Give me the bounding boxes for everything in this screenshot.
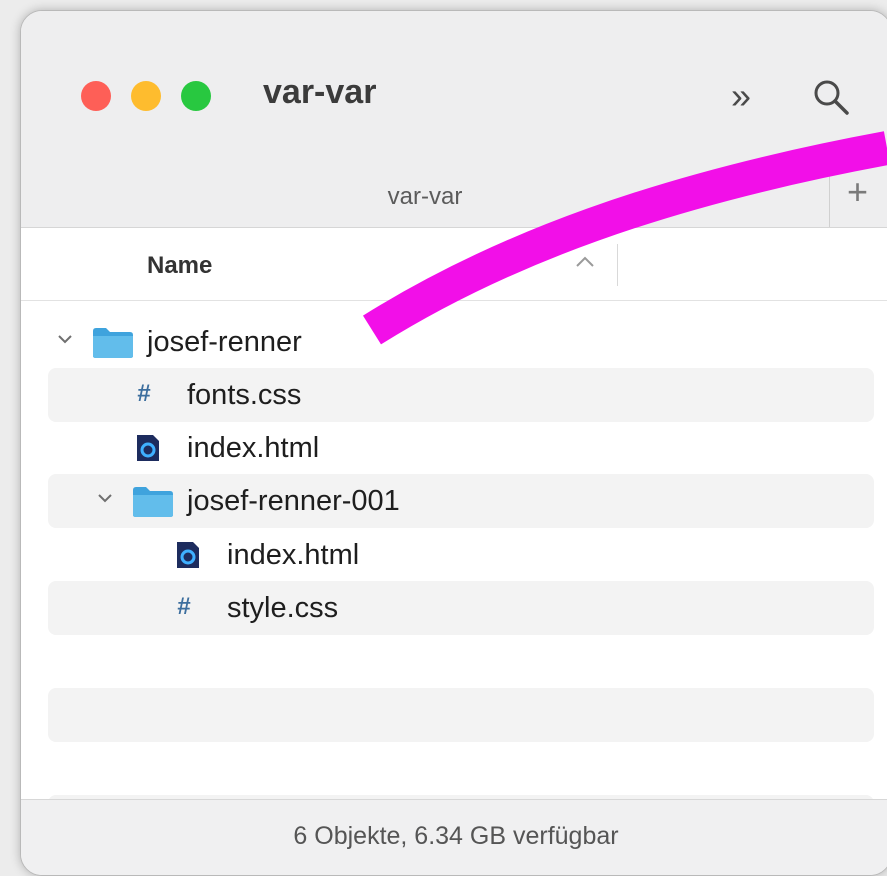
chevron-double-right-icon[interactable]: »	[731, 75, 751, 117]
tab-var-var[interactable]: var-var	[21, 183, 829, 211]
file-name: index.html	[187, 432, 320, 464]
column-name-header[interactable]: Name	[147, 252, 212, 280]
sort-ascending-icon[interactable]	[573, 254, 597, 270]
minimize-window-button[interactable]	[131, 81, 161, 111]
list-item[interactable]: # fonts.css	[21, 368, 887, 422]
window-title: var-var	[263, 73, 377, 111]
chevron-down-icon[interactable]	[55, 329, 75, 349]
list-item[interactable]: # style.css	[21, 581, 887, 635]
file-name: style.css	[227, 592, 339, 624]
folder-icon	[93, 328, 133, 358]
close-window-button[interactable]	[81, 81, 111, 111]
search-icon[interactable]	[811, 77, 851, 117]
status-text: 6 Objekte, 6.34 GB verfügbar	[293, 822, 619, 850]
list-item[interactable]: josef-renner-001	[21, 474, 887, 528]
file-name: index.html	[227, 539, 360, 571]
css-file-icon: #	[177, 593, 191, 620]
file-name: josef-renner-001	[187, 485, 400, 517]
css-file-icon: #	[137, 380, 151, 407]
list-item[interactable]: index.html	[21, 421, 887, 475]
column-header: Name	[21, 228, 887, 301]
column-separator	[617, 244, 618, 286]
tab-divider	[829, 165, 830, 227]
chevron-down-icon[interactable]	[95, 488, 115, 508]
file-name: fonts.css	[187, 379, 302, 411]
finder-window: var-var » var-var + Name josef-renner # …	[20, 10, 887, 876]
html-file-icon	[177, 542, 199, 568]
status-bar: 6 Objekte, 6.34 GB verfügbar	[21, 799, 887, 875]
list-item[interactable]: josef-renner	[21, 315, 887, 369]
list-item[interactable]: index.html	[21, 528, 887, 582]
folder-icon	[133, 487, 173, 517]
titlebar: var-var » var-var +	[21, 11, 887, 228]
html-file-icon	[137, 435, 159, 461]
row-stripe	[48, 688, 874, 742]
plus-icon[interactable]: +	[847, 171, 868, 213]
file-name: josef-renner	[147, 326, 302, 358]
zoom-window-button[interactable]	[181, 81, 211, 111]
